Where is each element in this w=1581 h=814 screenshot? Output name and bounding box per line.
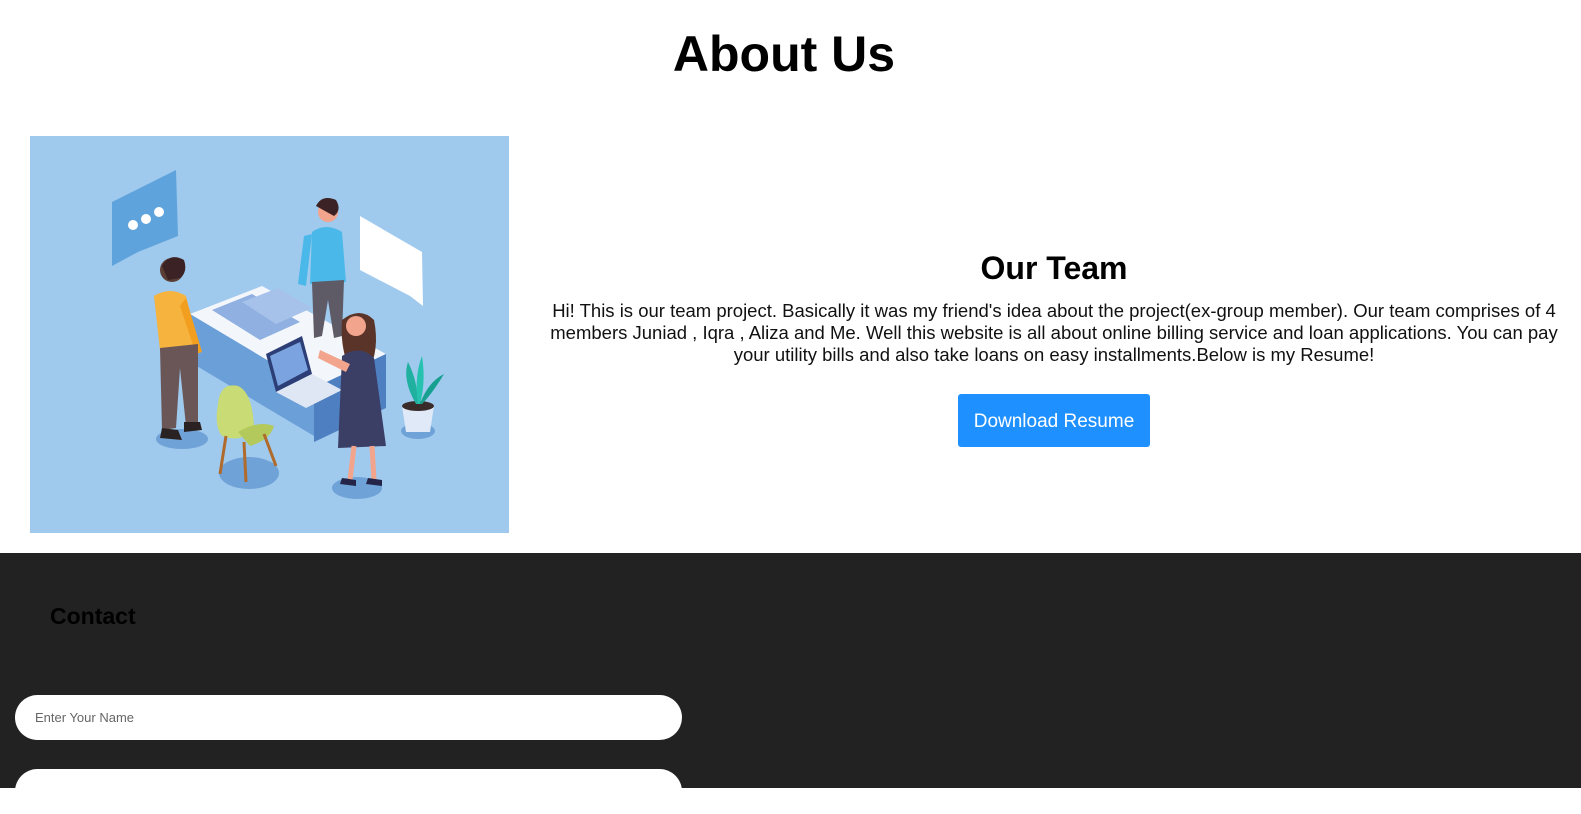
footer: Contact bbox=[0, 553, 1581, 814]
team-heading: Our Team bbox=[980, 250, 1128, 286]
plant-icon bbox=[402, 356, 444, 432]
team-illustration bbox=[30, 136, 509, 533]
second-contact-input[interactable] bbox=[15, 769, 682, 814]
download-resume-button[interactable]: Download Resume bbox=[958, 394, 1150, 447]
team-section: Our Team Hi! This is our team project. B… bbox=[550, 248, 1558, 447]
chat-bubble-icon bbox=[112, 170, 178, 266]
team-description: Hi! This is our team project. Basically … bbox=[550, 300, 1558, 365]
person-left-figure bbox=[154, 257, 202, 440]
name-input[interactable] bbox=[15, 695, 682, 740]
page-title: About Us bbox=[672, 26, 896, 82]
contact-heading: Contact bbox=[50, 603, 136, 629]
